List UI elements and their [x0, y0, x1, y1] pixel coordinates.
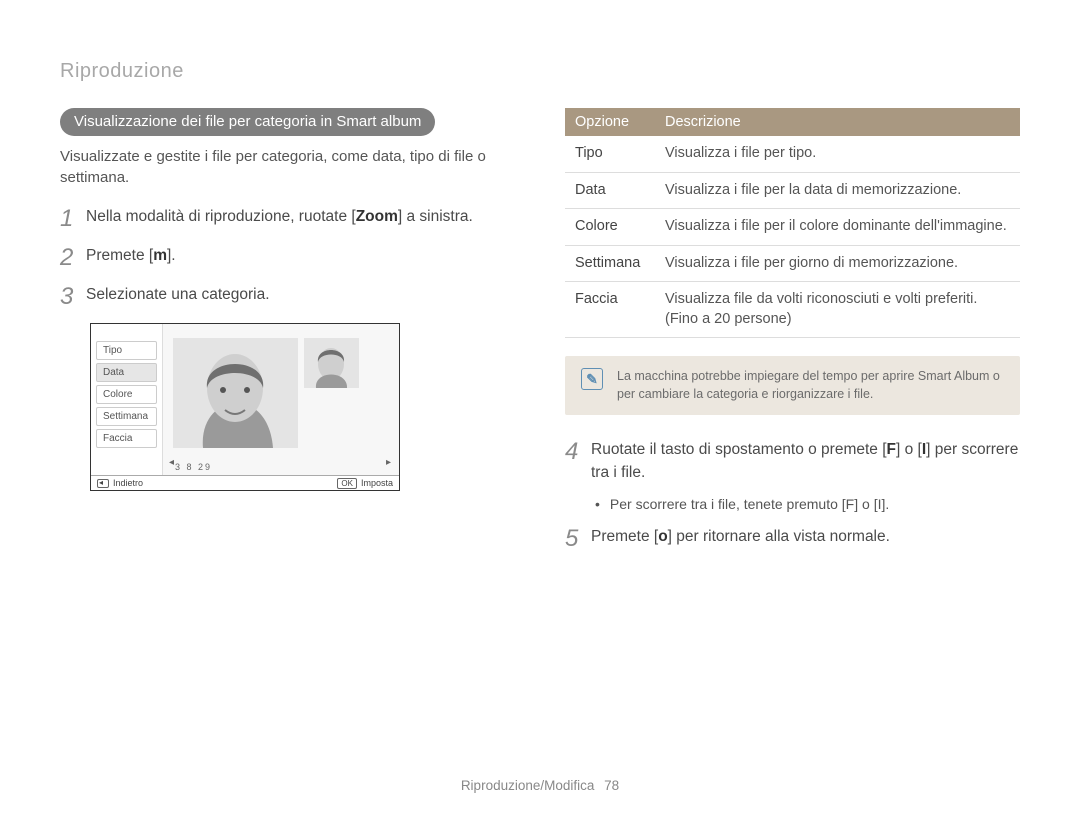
section-header: Riproduzione — [60, 60, 1020, 83]
steps-right: 4 Ruotate il tasto di spostamento o prem… — [565, 439, 1020, 484]
footer-section: Riproduzione/Modifica — [461, 778, 595, 793]
page: Riproduzione Visualizzazione dei ﬁle per… — [0, 0, 1080, 815]
step-3-text: Selezionate una categoria. — [86, 284, 270, 306]
step-4-sub: Per scorrere tra i file, tenete premuto … — [595, 496, 1020, 512]
ok-key-icon: OK — [337, 478, 357, 489]
table-row: DataVisualizza i file per la data di mem… — [565, 172, 1020, 209]
thumb-large — [173, 338, 298, 448]
camera-set-label: Imposta — [361, 478, 393, 488]
step-2: Premete [m]. — [60, 245, 515, 270]
back-key-icon — [97, 479, 109, 488]
subsection-pill: Visualizzazione dei ﬁle per categoria in… — [60, 108, 435, 136]
step-1-text-pre: Nella modalità di riproduzione, ruotate … — [86, 208, 356, 225]
options-table: Opzione Descrizione TipoVisualizza i fil… — [565, 108, 1020, 338]
note-text: La macchina potrebbe impiegare del tempo… — [617, 368, 1004, 403]
step-1: Nella modalità di riproduzione, ruotate … — [60, 206, 515, 231]
steps-right-2: 5 Premete [o] per ritornare alla vista n… — [565, 526, 1020, 551]
table-row: FacciaVisualizza file da volti riconosci… — [565, 282, 1020, 338]
menu-item-data: Data — [96, 363, 157, 382]
camera-ok-button: OK Imposta — [337, 478, 393, 489]
step-5-bold: o — [658, 528, 667, 545]
desc-cell: Visualizza i file per giorno di memorizz… — [655, 245, 1020, 282]
steps-left: Nella modalità di riproduzione, ruotate … — [60, 206, 515, 309]
camera-back-button: Indietro — [97, 478, 143, 488]
opt-cell: Settimana — [565, 245, 655, 282]
step-4-sub-b1: F — [846, 496, 855, 512]
step-2-text-post: ]. — [167, 247, 176, 264]
two-column-layout: Visualizzazione dei ﬁle per categoria in… — [60, 108, 1020, 563]
step-4-pre: Ruotate il tasto di spostamento o premet… — [591, 441, 887, 458]
footer-page: 78 — [604, 778, 619, 793]
menu-item-colore: Colore — [96, 385, 157, 404]
step-4-b1: F — [887, 441, 896, 458]
opt-cell: Faccia — [565, 282, 655, 338]
camera-back-label: Indietro — [113, 478, 143, 488]
table-row: SettimanaVisualizza i file per giorno di… — [565, 245, 1020, 282]
menu-item-tipo: Tipo — [96, 341, 157, 360]
desc-cell: Visualizza i file per il colore dominant… — [655, 209, 1020, 246]
step-5-pre: Premete [ — [591, 528, 658, 545]
step-5-post: ] per ritornare alla vista normale. — [668, 528, 890, 545]
opt-cell: Tipo — [565, 136, 655, 172]
menu-item-settimana: Settimana — [96, 407, 157, 426]
step-4: 4 Ruotate il tasto di spostamento o prem… — [565, 439, 1020, 484]
camera-arrow-right-icon: ▸ — [386, 457, 391, 468]
face-icon — [304, 338, 359, 388]
left-column: Visualizzazione dei ﬁle per categoria in… — [60, 108, 515, 563]
thumb-small — [304, 338, 359, 388]
camera-arrow-left-icon: ◂ — [169, 457, 174, 468]
step-4-sub-post: ]. — [881, 496, 889, 512]
opt-cell: Data — [565, 172, 655, 209]
note-box: ✎ La macchina potrebbe impiegare del tem… — [565, 356, 1020, 415]
step-1-text-post: ] a sinistra. — [398, 208, 473, 225]
step-1-bold: Zoom — [356, 208, 398, 225]
step-3: Selezionate una categoria. — [60, 284, 515, 309]
page-footer: Riproduzione/Modifica 78 — [0, 778, 1080, 793]
step-2-text-pre: Premete [ — [86, 247, 153, 264]
intro-text: Visualizzate e gestite i file per catego… — [60, 146, 515, 188]
face-icon — [173, 338, 298, 448]
menu-item-faccia: Faccia — [96, 429, 157, 448]
note-icon: ✎ — [581, 368, 603, 390]
camera-date-line: 3 8 29 — [175, 462, 212, 472]
table-row: ColoreVisualizza i file per il colore do… — [565, 209, 1020, 246]
desc-cell: Visualizza i file per la data di memoriz… — [655, 172, 1020, 209]
th-descrizione: Descrizione — [655, 108, 1020, 136]
camera-menu: Tipo Data Colore Settimana Faccia — [91, 324, 163, 490]
th-opzione: Opzione — [565, 108, 655, 136]
camera-screenshot: Tipo Data Colore Settimana Faccia — [90, 323, 400, 491]
desc-cell: Visualizza i file per tipo. — [655, 136, 1020, 172]
step-4-sub-pre: Per scorrere tra i file, tenete premuto … — [610, 496, 846, 512]
table-row: TipoVisualizza i file per tipo. — [565, 136, 1020, 172]
camera-bottom-bar: Indietro OK Imposta — [91, 475, 399, 490]
step-4-sub-mid: ] o [ — [854, 496, 877, 512]
step-4-mid: ] o [ — [896, 441, 922, 458]
right-column: Opzione Descrizione TipoVisualizza i fil… — [565, 108, 1020, 563]
step-5: 5 Premete [o] per ritornare alla vista n… — [565, 526, 1020, 551]
opt-cell: Colore — [565, 209, 655, 246]
desc-cell: Visualizza file da volti riconosciuti e … — [655, 282, 1020, 338]
step-2-bold: m — [153, 247, 167, 264]
